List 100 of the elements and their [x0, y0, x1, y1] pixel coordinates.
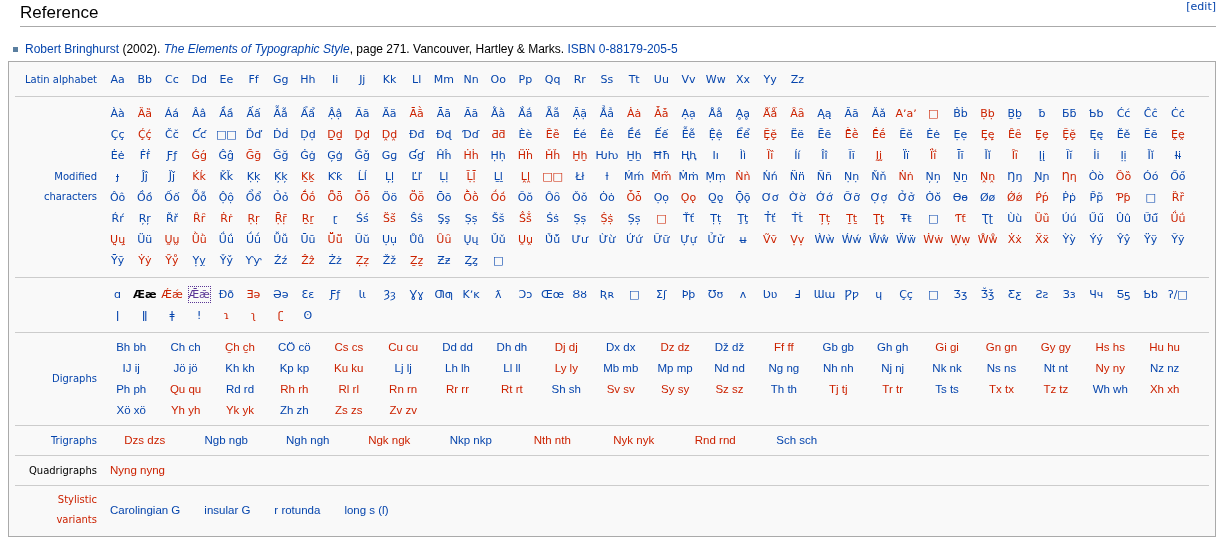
character-link[interactable]: Ởở — [892, 187, 920, 208]
digraph-link[interactable]: Rnd rnd — [674, 430, 756, 451]
character-link[interactable]: Ƥƥ — [1109, 187, 1138, 208]
character-link[interactable]: Ṣṣ — [566, 208, 594, 229]
character-link[interactable]: Y̑ẙ — [158, 250, 186, 271]
character-link[interactable]: Ǔǔ — [484, 229, 512, 250]
character-link[interactable]: Ṫṫ — [783, 208, 811, 229]
character-link[interactable]: Ȕȕ — [1028, 208, 1056, 229]
character-link[interactable]: Ƶƶ — [430, 250, 458, 271]
digraph-link[interactable]: Tz tz — [1028, 379, 1084, 400]
character-link[interactable]: Ṛṛ — [239, 208, 268, 229]
character-link[interactable]: Ƽƽ — [1109, 284, 1138, 305]
character-link[interactable]: Ḙḙ — [1164, 124, 1192, 145]
digraph-link[interactable]: Nk nk — [919, 358, 975, 379]
character-link[interactable]: Ɵɵ — [946, 187, 974, 208]
character-link[interactable]: Ȣȣ — [566, 284, 594, 305]
character-link[interactable]: Ṵṵ — [158, 229, 186, 250]
character-link[interactable]: Gɡ — [375, 145, 404, 166]
character-link[interactable]: Зз — [1055, 284, 1083, 305]
character-link[interactable]: Ṅṅ — [892, 166, 920, 187]
character-link[interactable]: Ṉṉ — [946, 166, 974, 187]
character-link[interactable]: Ţ̣ţ̣ — [865, 208, 893, 229]
character-link[interactable]: Ʈʈ — [974, 208, 1002, 229]
digraph-link[interactable]: CÖ cö — [267, 337, 322, 358]
character-link[interactable]: Ɨɨ — [1164, 145, 1192, 166]
digraph-link[interactable]: Cs cs — [321, 337, 376, 358]
character-link[interactable]: Ṧṧ — [511, 208, 539, 229]
character-link[interactable]: Àà — [104, 103, 132, 124]
character-link[interactable]: Ǔ̌ǔ̌ — [539, 229, 567, 250]
character-link[interactable]: Ṁṁ — [674, 166, 703, 187]
character-link[interactable]: Mm — [430, 72, 458, 88]
character-link[interactable]: Øø — [974, 187, 1002, 208]
character-link[interactable]: Ǚǚ — [267, 229, 295, 250]
character-link[interactable]: Ȑȑ — [1164, 187, 1192, 208]
character-link[interactable]: Ƅƅ — [1137, 284, 1165, 305]
character-link[interactable]: Ṟṟ — [294, 208, 322, 229]
character-link[interactable]: Ůů — [403, 229, 431, 250]
character-link[interactable]: Oo — [484, 72, 512, 88]
character-link[interactable]: Śś — [348, 208, 376, 229]
character-link[interactable]: Ǒǒ — [566, 187, 594, 208]
character-link[interactable]: Ǎǎ — [865, 103, 893, 124]
character-link[interactable]: ʌ — [729, 284, 757, 305]
character-link[interactable]: Ặặ — [566, 103, 594, 124]
digraph-link[interactable]: Dz dz — [647, 337, 703, 358]
character-link[interactable]: Ờờ — [783, 187, 811, 208]
digraph-link[interactable]: Ku ku — [321, 358, 376, 379]
digraph-link[interactable]: Ff ff — [756, 337, 812, 358]
character-link[interactable]: Ḻḻ — [484, 166, 512, 187]
character-link[interactable]: Þþ — [674, 284, 703, 305]
character-link[interactable]: Ứứ — [620, 229, 648, 250]
character-link[interactable]: Ťť — [674, 208, 703, 229]
character-link[interactable]: Ṷṷ — [511, 229, 539, 250]
character-link[interactable]: Ựự — [674, 229, 703, 250]
character-link[interactable]: Ṇṇ — [838, 166, 866, 187]
character-link[interactable]: Ūū — [294, 229, 322, 250]
character-link[interactable]: □ — [919, 103, 947, 124]
character-link[interactable]: Ɣɣ — [403, 284, 431, 305]
digraph-link[interactable]: Nz nz — [1137, 358, 1192, 379]
character-link[interactable]: Ĵĵ — [131, 166, 159, 187]
character-link[interactable]: Éé — [566, 124, 594, 145]
character-link[interactable]: Ăă — [457, 103, 485, 124]
character-link[interactable]: Ss — [593, 72, 621, 88]
digraph-link[interactable]: Yh yh — [158, 400, 213, 421]
character-link[interactable]: Ḋḋ — [267, 124, 295, 145]
character-link[interactable]: Ȁȁ — [131, 103, 159, 124]
character-link[interactable]: Ʒʒ — [946, 284, 974, 305]
character-link[interactable]: Ûû — [1109, 208, 1138, 229]
character-link[interactable]: Ēē — [810, 124, 839, 145]
character-link[interactable]: Ầầ — [212, 103, 240, 124]
character-link[interactable]: Ũ̋ũ̋ — [1137, 208, 1165, 229]
character-link[interactable]: Ƙƙ — [321, 166, 349, 187]
digraph-link[interactable]: Tj tj — [811, 379, 866, 400]
character-link[interactable]: T̓ť — [756, 208, 784, 229]
character-link[interactable]: Ǿǿ — [1001, 187, 1029, 208]
character-link[interactable]: Łł — [566, 166, 594, 187]
character-link[interactable]: Dd — [185, 72, 213, 88]
character-link[interactable]: Ắắ — [511, 103, 539, 124]
character-link[interactable]: Ċċ — [1164, 103, 1192, 124]
digraph-link[interactable]: Ny ny — [1083, 358, 1138, 379]
digraph-link[interactable]: Ch ch — [158, 337, 213, 358]
character-link[interactable]: Āā — [430, 103, 458, 124]
character-link[interactable]: ʘ — [294, 305, 322, 326]
character-link[interactable]: Ồồ — [131, 187, 159, 208]
character-link[interactable]: Ⱨⱨ — [674, 145, 703, 166]
character-link[interactable]: Ƌƌ — [484, 124, 512, 145]
character-link[interactable]: Ǣǣ — [185, 284, 213, 305]
character-link[interactable]: Ữữ — [647, 229, 675, 250]
character-link[interactable]: Ŝŝ — [403, 208, 431, 229]
digraph-link[interactable]: Rh rh — [267, 379, 322, 400]
character-link[interactable]: Ỏỏ — [267, 187, 295, 208]
digraph-link[interactable]: Ly ly — [539, 358, 594, 379]
character-link[interactable]: Ğğ — [267, 145, 295, 166]
character-link[interactable]: Ẅẅ — [892, 229, 920, 250]
character-link[interactable]: Ʊʊ — [702, 284, 730, 305]
character-link[interactable]: Ṋṋ — [974, 166, 1002, 187]
character-link[interactable]: Ɩɩ — [348, 284, 376, 305]
character-link[interactable]: Żż — [321, 250, 349, 271]
character-link[interactable]: Ɲɲ — [1028, 166, 1056, 187]
character-link[interactable]: Ḝḝ — [1055, 124, 1083, 145]
character-link[interactable]: Ȏȏ — [539, 187, 567, 208]
